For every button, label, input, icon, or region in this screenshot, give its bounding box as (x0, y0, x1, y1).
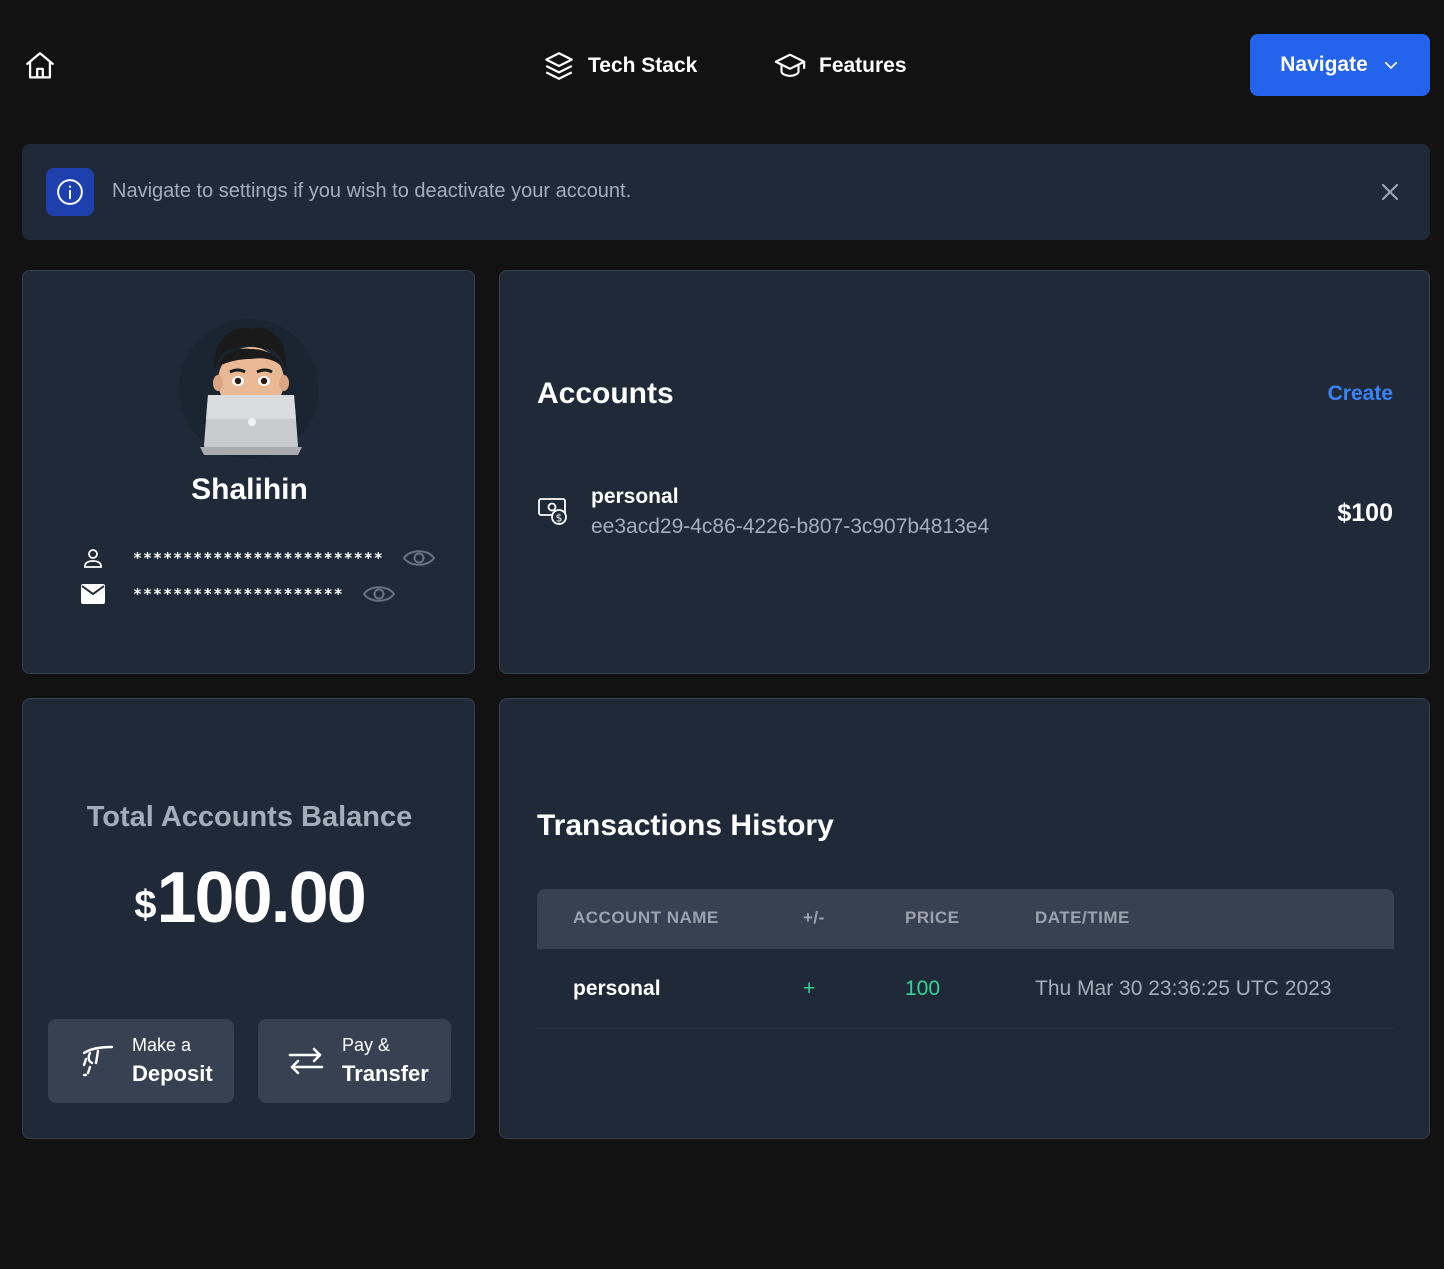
column-header: DATE/TIME (1035, 908, 1130, 927)
username-masked: ************************* (133, 549, 384, 567)
column-header: +/- (803, 908, 825, 927)
account-name: personal (591, 485, 679, 508)
deposit-line1: Make a (132, 1035, 192, 1055)
transfer-line1: Pay & (342, 1035, 391, 1055)
table-header: ACCOUNT NAME +/- PRICE DATE/TIME (537, 889, 1394, 949)
email-row: ********************* (79, 579, 396, 609)
navigate-dropdown-button[interactable]: Navigate (1250, 34, 1430, 96)
deposit-icon (82, 1045, 114, 1077)
account-list-item[interactable]: $ personal ee3acd29-4c86-4226-b807-3c907… (537, 481, 1393, 545)
svg-text:$: $ (556, 512, 563, 525)
balance-amount: $100.00 (23, 857, 476, 939)
mail-icon (79, 580, 107, 608)
info-icon (46, 168, 94, 216)
account-balance: $100 (1337, 499, 1393, 527)
navigate-label: Navigate (1280, 53, 1368, 76)
column-header: ACCOUNT NAME (573, 908, 719, 927)
deposit-line2: Deposit (132, 1061, 213, 1086)
avatar (176, 319, 322, 459)
nav-features[interactable]: Features (773, 46, 907, 86)
top-nav: Tech Stack Features Navigate (0, 0, 1444, 130)
info-alert: Navigate to settings if you wish to deac… (22, 144, 1430, 240)
nav-features-label: Features (819, 54, 907, 77)
email-masked: ********************* (133, 585, 344, 603)
transfer-button[interactable]: Pay & Transfer (258, 1019, 451, 1103)
tx-sign: + (803, 977, 816, 1000)
transactions-title: Transactions History (537, 809, 834, 842)
home-icon[interactable] (22, 48, 58, 84)
transfer-line2: Transfer (342, 1061, 429, 1086)
username-row: ************************* (79, 543, 436, 573)
tx-datetime: Thu Mar 30 23:36:25 UTC 2023 (1035, 977, 1332, 1000)
nav-tech-stack[interactable]: Tech Stack (542, 46, 697, 86)
tx-account-name: personal (573, 977, 661, 1000)
transactions-card: Transactions History ACCOUNT NAME +/- PR… (499, 698, 1430, 1139)
balance-card: Total Accounts Balance $100.00 Make a De… (22, 698, 475, 1139)
transactions-table: ACCOUNT NAME +/- PRICE DATE/TIME persona… (537, 889, 1394, 1029)
nav-tech-stack-label: Tech Stack (588, 54, 698, 77)
close-icon[interactable] (1376, 178, 1404, 206)
currency-symbol: $ (134, 883, 157, 927)
table-row: personal + 100 Thu Mar 30 23:36:25 UTC 2… (537, 949, 1394, 1029)
chevron-down-icon (1384, 61, 1397, 69)
tx-price: 100 (905, 977, 941, 1000)
profile-card: Shalihin ************************* *****… (22, 270, 475, 674)
deposit-button[interactable]: Make a Deposit (48, 1019, 234, 1103)
alert-message: Navigate to settings if you wish to deac… (112, 180, 632, 202)
money-icon: $ (538, 498, 567, 525)
stack-icon (545, 52, 573, 80)
eye-icon[interactable] (402, 545, 436, 571)
graduation-cap-icon (774, 53, 806, 77)
accounts-card: Accounts Create $ personal ee3acd29-4c86… (499, 270, 1430, 674)
accounts-title: Accounts (537, 377, 674, 410)
column-header: PRICE (905, 908, 960, 927)
balance-value: 100.00 (156, 858, 367, 938)
eye-icon[interactable] (362, 581, 396, 607)
profile-name: Shalihin (191, 473, 308, 506)
balance-label: Total Accounts Balance (86, 801, 413, 833)
account-id: ee3acd29-4c86-4226-b807-3c907b4813e4 (591, 515, 990, 538)
transfer-arrows-icon (288, 1047, 324, 1075)
create-account-link[interactable]: Create (1328, 382, 1393, 406)
user-icon (79, 544, 107, 572)
